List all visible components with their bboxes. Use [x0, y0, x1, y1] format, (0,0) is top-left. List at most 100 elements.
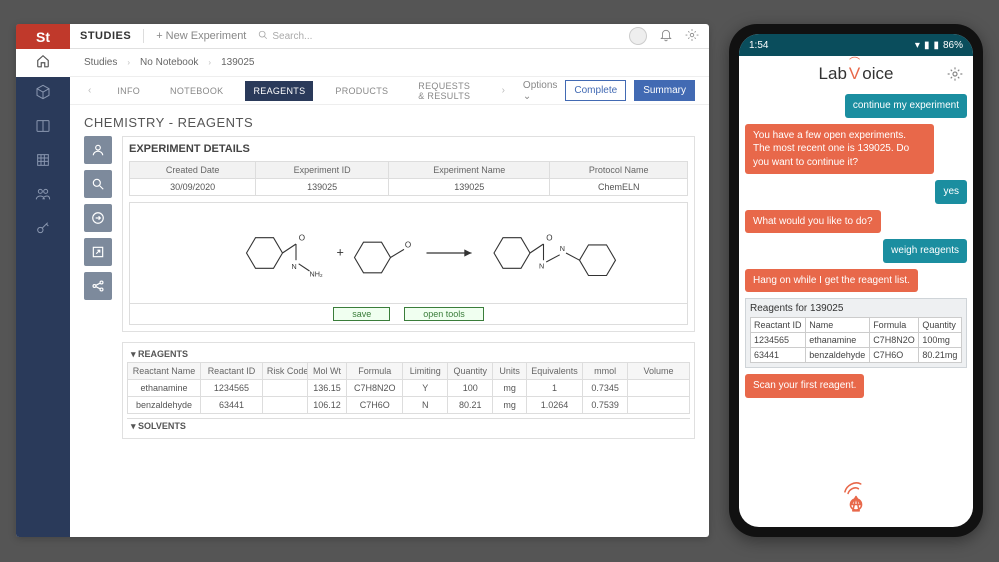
content: CHEMISTRY - REAGENTS EXPERIMENT DETAILS …: [70, 105, 709, 537]
table-row[interactable]: ethanamine1234565136.15C7H8N2OY100mg10.7…: [128, 380, 690, 397]
rail-item-people[interactable]: [16, 179, 70, 213]
chat-msg-user: continue my experiment: [845, 94, 967, 118]
col-experiment-id: Experiment ID: [256, 162, 389, 179]
arc-icon: ⌒: [849, 58, 860, 69]
breadcrumb: Studies › No Notebook › 139025: [70, 49, 709, 77]
page-title: CHEMISTRY - REAGENTS: [84, 115, 695, 130]
svg-text:+: +: [337, 246, 344, 260]
bell-icon[interactable]: [659, 28, 673, 45]
col-protocol-name: Protocol Name: [550, 162, 688, 179]
home-icon: [36, 54, 50, 73]
mic-icon[interactable]: [837, 476, 875, 519]
svg-text:N: N: [560, 244, 565, 253]
svg-text:O: O: [299, 233, 305, 242]
chat-msg-bot: Hang on while I get the reagent list.: [745, 269, 918, 293]
phone-frame: 1:54 ▾ ▮ ▮ 86% Lab⌒Voice continue my exp…: [729, 24, 983, 537]
action-column: [84, 136, 112, 439]
tab-info[interactable]: INFO: [109, 81, 148, 101]
phone-screen: 1:54 ▾ ▮ ▮ 86% Lab⌒Voice continue my exp…: [739, 34, 973, 527]
tab-requests[interactable]: REQUESTS & RESULTS: [410, 76, 483, 106]
options-dropdown[interactable]: Options ⌄: [523, 80, 557, 102]
wifi-icon: ▾: [915, 40, 920, 51]
col-experiment-name: Experiment Name: [389, 162, 550, 179]
mic-area: [745, 462, 967, 519]
topbar-title: STUDIES: [80, 30, 131, 42]
cube-icon: [35, 84, 51, 105]
svg-text:O: O: [405, 241, 411, 250]
phone-content: Lab⌒Voice continue my experiment You hav…: [739, 56, 973, 527]
table-row: 63441benzaldehydeC7H6O80.21mg: [751, 348, 962, 363]
search-icon: [258, 30, 268, 43]
status-time: 1:54: [749, 40, 768, 51]
topbar-search[interactable]: Search...: [258, 30, 617, 43]
chevron-down-icon: ⌄: [523, 91, 531, 102]
battery-icon: ▮: [933, 40, 939, 51]
main: STUDIES + New Experiment Search... Studi…: [70, 24, 709, 537]
summary-button[interactable]: Summary: [634, 80, 695, 101]
reaction-panel: O N NH₂ +: [129, 202, 688, 325]
rail-item-book[interactable]: [16, 111, 70, 145]
rail-item-grid[interactable]: [16, 145, 70, 179]
grid-icon: [35, 152, 51, 173]
labvoice-header: Lab⌒Voice: [745, 64, 967, 84]
chat-msg-bot: You have a few open experiments. The mos…: [745, 124, 934, 175]
chat-msg-user: yes: [935, 180, 967, 204]
tab-prev[interactable]: ‹: [84, 85, 95, 96]
chat-msg-bot: What would you like to do?: [745, 210, 881, 234]
action-share-button[interactable]: [84, 272, 112, 300]
rail-item-cube[interactable]: [16, 77, 70, 111]
divider: [143, 29, 144, 43]
experiment-details-section: EXPERIMENT DETAILS Created Date Experime…: [122, 136, 695, 332]
reagent-card-table: Reactant ID Name Formula Quantity 123456…: [750, 317, 962, 363]
gear-icon[interactable]: [685, 28, 699, 45]
collapse-toggle[interactable]: ▾: [131, 421, 136, 431]
action-user-button[interactable]: [84, 136, 112, 164]
svg-text:NH₂: NH₂: [310, 269, 323, 278]
left-rail: St: [16, 24, 70, 537]
app-logo[interactable]: St: [16, 24, 70, 49]
collapse-toggle[interactable]: ▾: [131, 349, 136, 359]
reagent-card-title: Reagents for 139025: [750, 303, 962, 314]
topbar: STUDIES + New Experiment Search...: [70, 24, 709, 49]
rail-home[interactable]: [16, 49, 70, 77]
col-created-date: Created Date: [130, 162, 256, 179]
action-external-button[interactable]: [84, 238, 112, 266]
breadcrumb-item[interactable]: Studies: [84, 57, 117, 68]
search-placeholder: Search...: [272, 31, 312, 42]
tab-notebook[interactable]: NOTEBOOK: [162, 81, 231, 101]
breadcrumb-item[interactable]: No Notebook: [140, 57, 198, 68]
status-battery: 86%: [943, 40, 963, 51]
complete-button[interactable]: Complete: [565, 80, 626, 101]
chat-msg-user: weigh reagents: [883, 239, 967, 263]
table-row[interactable]: benzaldehyde63441106.12C7H6ON80.21mg1.02…: [128, 397, 690, 414]
save-button[interactable]: save: [333, 307, 390, 321]
new-experiment-link[interactable]: + New Experiment: [156, 30, 246, 42]
people-icon: [35, 186, 51, 207]
reagents-section: ▾ REAGENTS Reactant Name Reactant ID Ris…: [122, 342, 695, 439]
gear-icon[interactable]: [947, 66, 963, 87]
svg-text:N: N: [539, 261, 544, 270]
avatar[interactable]: [629, 27, 647, 45]
book-icon: [35, 118, 51, 139]
chevron-right-icon: ›: [208, 58, 211, 67]
open-tools-button[interactable]: open tools: [404, 307, 484, 321]
tab-products[interactable]: PRODUCTS: [327, 81, 396, 101]
rail-item-key[interactable]: [16, 213, 70, 247]
action-search-button[interactable]: [84, 170, 112, 198]
chat-msg-bot: Scan your first reagent.: [745, 374, 864, 398]
breadcrumb-item[interactable]: 139025: [221, 57, 254, 68]
tabbar: ‹ INFO NOTEBOOK REAGENTS PRODUCTS REQUES…: [70, 77, 709, 105]
experiment-details-header: EXPERIMENT DETAILS: [129, 143, 688, 155]
chat: continue my experiment You have a few op…: [745, 94, 967, 398]
topbar-right: [629, 27, 699, 45]
chevron-right-icon: ›: [127, 58, 130, 67]
reagent-card: Reagents for 139025 Reactant ID Name For…: [745, 298, 967, 368]
tab-next[interactable]: ›: [498, 85, 509, 96]
desktop-app: St STUDIES + New Experiment: [16, 24, 709, 537]
svg-text:O: O: [546, 233, 552, 242]
reagents-table: Reactant Name Reactant ID Risk Code Mol …: [127, 362, 690, 414]
labvoice-logo: Lab⌒Voice: [819, 64, 894, 84]
svg-text:N: N: [292, 262, 297, 271]
tab-reagents[interactable]: REAGENTS: [245, 81, 313, 101]
action-import-button[interactable]: [84, 204, 112, 232]
